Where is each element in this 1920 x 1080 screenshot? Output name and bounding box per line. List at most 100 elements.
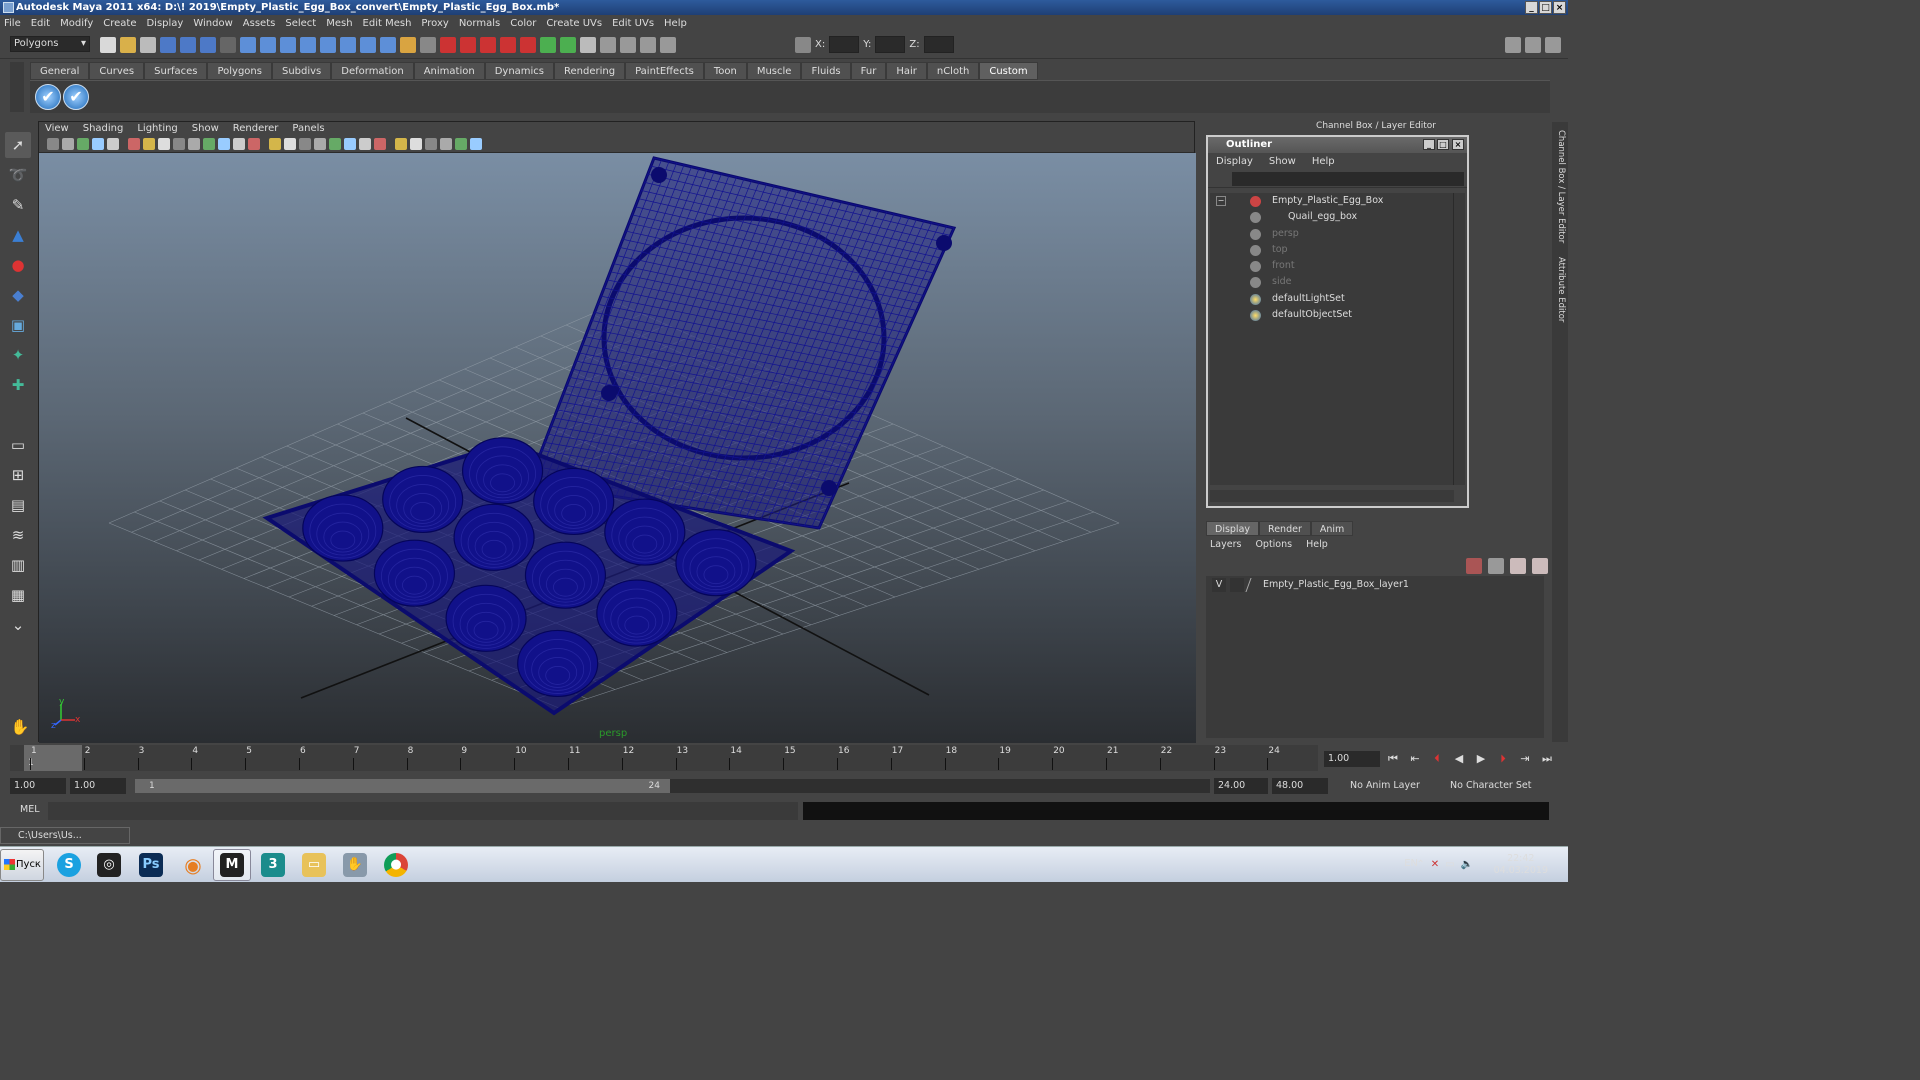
network-icon[interactable]: ✕ — [1431, 859, 1439, 870]
viewport-tool-icon[interactable] — [218, 138, 230, 150]
system-clock[interactable]: 22:42 04.03.2019 — [1494, 853, 1548, 877]
taskbar-app[interactable]: ✋ — [336, 849, 374, 881]
viewport-tool-icon[interactable] — [374, 138, 386, 150]
taskbar-skype[interactable]: S — [50, 849, 88, 881]
snap-point-icon[interactable] — [280, 37, 296, 53]
save-scene-icon[interactable] — [140, 37, 156, 53]
shelf-tab-painteffects[interactable]: PaintEffects — [625, 62, 704, 80]
expand-toggle-icon[interactable]: − — [1216, 196, 1226, 206]
shelf-tab-polygons[interactable]: Polygons — [207, 62, 272, 80]
help-line-icon[interactable] — [380, 37, 396, 53]
outliner-persp-layout-icon[interactable]: ▤ — [5, 492, 31, 518]
render-region-icon[interactable] — [420, 37, 436, 53]
shelf-grip[interactable] — [10, 62, 24, 112]
viewport-tool-icon[interactable] — [455, 138, 467, 150]
viewport-tool-icon[interactable] — [233, 138, 245, 150]
viewport-menu-view[interactable]: View — [45, 122, 69, 136]
absolute-transform-icon[interactable] — [795, 36, 811, 53]
menu-display[interactable]: Display — [146, 18, 183, 29]
viewport-tool-icon[interactable] — [299, 138, 311, 150]
viewport-tool-icon[interactable] — [425, 138, 437, 150]
viewport-tool-icon[interactable] — [284, 138, 296, 150]
menu-edit-uvs[interactable]: Edit UVs — [612, 18, 654, 29]
taskbar-steam[interactable]: ◎ — [90, 849, 128, 881]
layer-menu-layers[interactable]: Layers — [1210, 539, 1241, 550]
outliner-filter-field[interactable] — [1232, 172, 1464, 186]
time-slider[interactable]: 1 12345678910111213141516171819202122232… — [10, 745, 1318, 771]
select-component-icon[interactable] — [200, 37, 216, 53]
outliner-item[interactable]: defaultLightSet — [1210, 291, 1454, 307]
playback-start-field[interactable]: 1.00 — [70, 778, 126, 794]
menu-normals[interactable]: Normals — [459, 18, 500, 29]
outliner-item[interactable]: − Empty_Plastic_Egg_Box — [1210, 193, 1454, 209]
shelf-tab-animation[interactable]: Animation — [413, 62, 485, 80]
step-forward-frame-icon[interactable]: ⏵ — [1495, 750, 1511, 768]
taskbar-photoshop[interactable]: Ps — [132, 849, 170, 881]
menu-create-uvs[interactable]: Create UVs — [546, 18, 602, 29]
menu-color[interactable]: Color — [510, 18, 536, 29]
outliner-minimize-button[interactable]: _ — [1423, 139, 1435, 150]
shelf-tab-ncloth[interactable]: nCloth — [926, 62, 980, 80]
viewport-tool-icon[interactable] — [440, 138, 452, 150]
shelf-tab-muscle[interactable]: Muscle — [746, 62, 802, 80]
panel-layout-icon[interactable] — [580, 37, 596, 53]
taskbar-explorer[interactable]: ▭ — [295, 849, 333, 881]
viewport-tool-icon[interactable] — [269, 138, 281, 150]
layer-menu-options[interactable]: Options — [1255, 539, 1292, 550]
outliner-vertical-scrollbar[interactable] — [1453, 193, 1465, 485]
channel-box-side-tab[interactable]: Channel Box / Layer Editor — [1554, 130, 1566, 243]
move-layer-down-icon[interactable] — [1488, 558, 1504, 574]
paint-select-tool-icon[interactable]: ✎ — [5, 192, 31, 218]
viewport-tool-icon[interactable] — [470, 138, 482, 150]
viewport-tool-icon[interactable] — [188, 138, 200, 150]
manipulator-tool-icon[interactable]: ▣ — [5, 312, 31, 338]
viewport-canvas[interactable]: persp y x z — [39, 153, 1196, 743]
open-scene-icon[interactable] — [120, 37, 136, 53]
magnet-icon[interactable] — [400, 37, 416, 53]
viewport-tool-icon[interactable] — [329, 138, 341, 150]
step-back-frame-icon[interactable]: ⏴ — [1429, 750, 1445, 768]
menu-window[interactable]: Window — [193, 18, 232, 29]
outliner-item[interactable]: front — [1210, 258, 1454, 274]
viewport-tool-icon[interactable] — [128, 138, 140, 150]
toggle-attribute-editor-icon[interactable] — [1505, 37, 1521, 53]
input-mode-icon[interactable] — [560, 37, 576, 53]
viewport-tool-icon[interactable] — [62, 138, 74, 150]
render-view-icon[interactable] — [500, 37, 516, 53]
range-slider[interactable]: 1 24 — [135, 779, 1210, 793]
selection-mask-icon[interactable] — [220, 37, 236, 53]
z-field[interactable] — [923, 36, 954, 53]
new-scene-icon[interactable] — [100, 37, 116, 53]
more-layouts-icon[interactable]: ⌄ — [5, 612, 31, 638]
viewport-menu-renderer[interactable]: Renderer — [233, 122, 279, 136]
tray-expand-icon[interactable]: ⌃ — [1416, 859, 1424, 870]
start-button[interactable]: Пуск — [0, 849, 44, 881]
new-layer-selected-icon[interactable] — [1532, 558, 1548, 574]
menu-create[interactable]: Create — [103, 18, 136, 29]
outliner-menu-help[interactable]: Help — [1312, 153, 1335, 170]
select-hierarchy-icon[interactable] — [160, 37, 176, 53]
layer-row[interactable]: V Empty_Plastic_Egg_Box_layer1 — [1206, 576, 1544, 594]
menu-file[interactable]: File — [4, 18, 21, 29]
viewport-tool-icon[interactable] — [47, 138, 59, 150]
layer-color-swatch[interactable] — [1245, 578, 1263, 592]
mode-selector[interactable]: Polygons — [10, 36, 90, 52]
toggle-tool-settings-icon[interactable] — [1525, 37, 1541, 53]
outliner-item[interactable]: defaultObjectSet — [1210, 307, 1454, 323]
last-tool-icon[interactable] — [5, 402, 31, 428]
viewport-tool-icon[interactable] — [314, 138, 326, 150]
menu-select[interactable]: Select — [285, 18, 316, 29]
viewport-menu-shading[interactable]: Shading — [83, 122, 124, 136]
close-button[interactable]: × — [1553, 1, 1566, 14]
four-view-layout-icon[interactable]: ⊞ — [5, 462, 31, 488]
taskbar-3dsmax[interactable]: 3 — [254, 849, 292, 881]
shelf-tab-custom[interactable]: Custom — [979, 62, 1038, 80]
hand-tool-icon[interactable]: ✋ — [7, 714, 33, 740]
tool-settings-icon[interactable] — [620, 37, 636, 53]
shelf-checkmark-icon[interactable]: ✔ — [35, 84, 61, 110]
viewport-tool-icon[interactable] — [395, 138, 407, 150]
snap-curve-icon[interactable] — [260, 37, 276, 53]
character-set-dropdown[interactable]: No Character Set — [1446, 778, 1538, 794]
start-time-field[interactable]: 1.00 — [10, 778, 66, 794]
maximize-button[interactable]: □ — [1539, 1, 1552, 14]
